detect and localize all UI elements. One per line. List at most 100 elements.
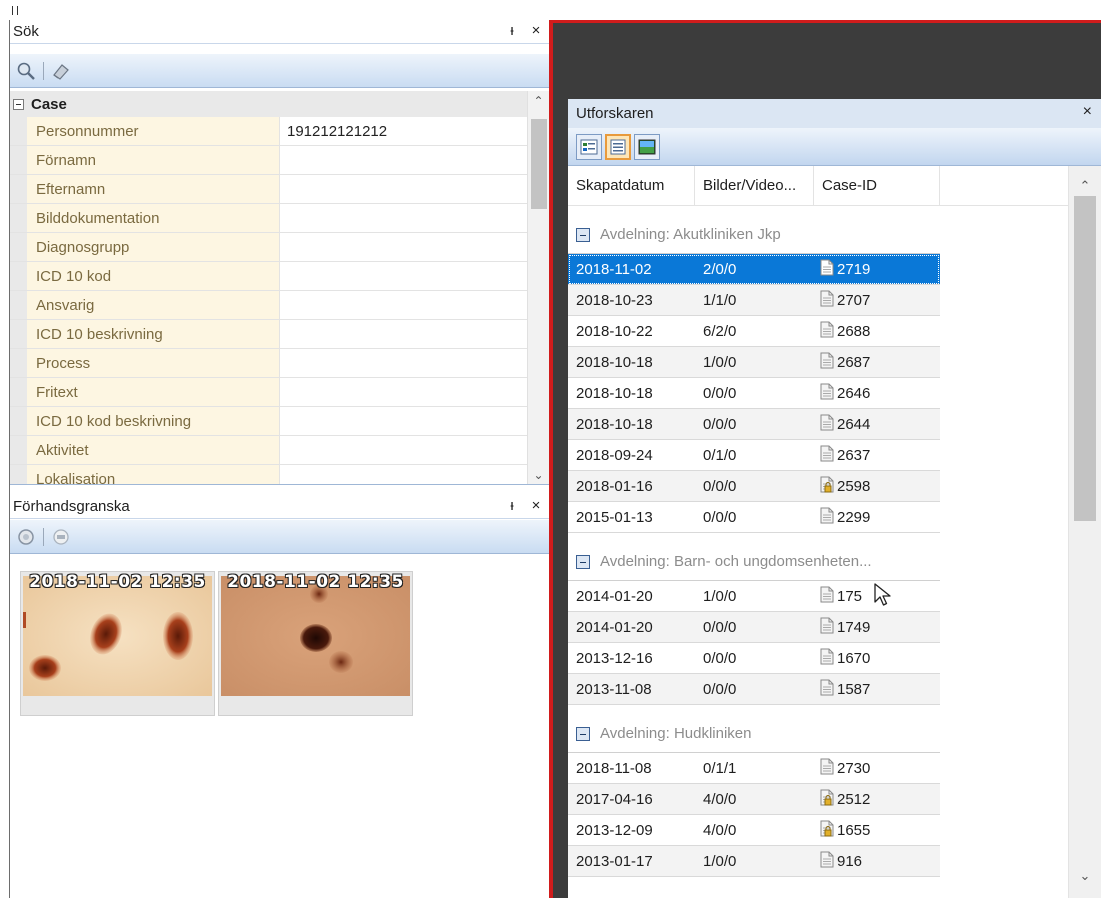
grid-row[interactable]: Lokalisation — [10, 465, 549, 484]
list-view-icon[interactable] — [605, 133, 631, 160]
column-header-date[interactable]: Skapatdatum — [568, 166, 695, 206]
row-date: 2018-10-18 — [576, 353, 653, 371]
list-row[interactable]: 2013-12-09 4/0/0 1655 — [568, 815, 940, 846]
list-row[interactable]: 2018-09-24 0/1/0 2637 — [568, 440, 940, 471]
list-row[interactable]: 2018-11-02 2/0/0 2719 — [568, 254, 940, 285]
grid-category[interactable]: Case — [10, 91, 549, 117]
field-value[interactable] — [280, 436, 549, 464]
thumbnail-view-icon[interactable] — [634, 133, 660, 160]
row-date: 2013-12-09 — [576, 821, 653, 839]
field-value[interactable] — [280, 407, 549, 435]
field-value[interactable] — [280, 233, 549, 261]
list-row[interactable]: 2018-10-18 1/0/0 2687 — [568, 347, 940, 378]
row-date: 2018-09-24 — [576, 446, 653, 464]
column-header-case-id[interactable]: Case-ID — [814, 166, 940, 206]
grid-row[interactable]: ICD 10 kod beskrivning — [10, 407, 549, 436]
list-row[interactable]: 2018-01-16 0/0/0 2598 — [568, 471, 940, 502]
field-value[interactable] — [280, 349, 549, 377]
field-label: Diagnosgrupp — [27, 233, 280, 261]
field-value[interactable] — [280, 320, 549, 348]
row-media-count: 0/0/0 — [703, 477, 737, 495]
close-icon[interactable]: × — [529, 22, 543, 40]
skin-lesion-image — [23, 576, 212, 696]
toolbar-separator — [43, 527, 44, 546]
grid-row[interactable]: Fritext — [10, 378, 549, 407]
field-value[interactable] — [280, 175, 549, 203]
group-header[interactable]: Avdelning: Hudkliniken — [568, 715, 940, 753]
eraser-icon[interactable] — [51, 61, 71, 81]
grid-row[interactable]: Efternamn — [10, 175, 549, 204]
close-icon[interactable]: × — [1083, 103, 1092, 121]
pin-icon[interactable]: ᵻ — [505, 22, 519, 40]
group-header[interactable]: Avdelning: Akutkliniken Jkp — [568, 216, 940, 254]
grid-row[interactable]: Process — [10, 349, 549, 378]
grid-row[interactable]: ICD 10 beskrivning — [10, 320, 549, 349]
field-value[interactable] — [280, 146, 549, 174]
collapse-icon[interactable] — [576, 726, 590, 741]
collapse-icon[interactable] — [576, 554, 590, 569]
field-value[interactable] — [280, 291, 549, 319]
grid-row[interactable]: ICD 10 kod — [10, 262, 549, 291]
list-row[interactable]: 2017-04-16 4/0/0 2512 — [568, 784, 940, 815]
field-value[interactable] — [280, 378, 549, 406]
scroll-up-icon[interactable]: ⌃ — [1069, 174, 1101, 198]
field-value[interactable] — [280, 465, 549, 484]
grid-scrollbar[interactable]: ⌃ ⌄ — [527, 91, 549, 484]
document-icon — [820, 679, 834, 700]
window-marker — [12, 6, 18, 15]
row-date: 2013-01-17 — [576, 852, 653, 870]
list-row[interactable]: 2018-10-23 1/1/0 2707 — [568, 285, 940, 316]
thumbnail-card[interactable]: 2018-11-02 12:35 — [20, 571, 215, 716]
thumbnail-card[interactable]: 2018-11-02 12:35 — [218, 571, 413, 716]
row-case-id: 2646 — [837, 384, 871, 402]
field-value[interactable] — [280, 262, 549, 290]
list-row[interactable]: 2013-11-08 0/0/0 1587 — [568, 674, 940, 705]
grid-gutter — [10, 378, 27, 406]
close-icon[interactable]: × — [529, 497, 543, 515]
group-header[interactable]: Avdelning: Barn- och ungdomsenheten... — [568, 543, 940, 581]
row-case-id: 1655 — [837, 821, 871, 839]
rotate-icon[interactable] — [16, 527, 36, 547]
disc-icon[interactable] — [51, 527, 71, 547]
list-row[interactable]: 2013-01-17 1/0/0 916 — [568, 846, 940, 877]
scroll-thumb[interactable] — [1074, 196, 1096, 521]
collapse-icon[interactable] — [576, 227, 590, 242]
list-row[interactable]: 2018-10-18 0/0/0 2646 — [568, 378, 940, 409]
grid-row[interactable]: Ansvarig — [10, 291, 549, 320]
column-header-media[interactable]: Bilder/Video... — [695, 166, 814, 206]
field-value[interactable]: 191212121212 — [280, 117, 549, 145]
row-date: 2014-01-20 — [576, 618, 653, 636]
collapse-icon[interactable] — [13, 98, 24, 110]
field-value[interactable] — [280, 204, 549, 232]
list-scrollbar[interactable]: ⌃ ⌄ — [1068, 166, 1101, 898]
scroll-thumb[interactable] — [531, 119, 547, 209]
document-icon — [820, 383, 834, 404]
row-case-id: 175 — [837, 587, 863, 605]
grid-gutter — [10, 436, 27, 464]
grid-row[interactable]: Diagnosgrupp — [10, 233, 549, 262]
row-case-id: 2687 — [837, 353, 871, 371]
document-icon — [820, 321, 834, 342]
field-label: ICD 10 kod — [27, 262, 280, 290]
explorer-toolbar — [568, 128, 1101, 166]
list-row[interactable]: 2018-11-08 0/1/1 2730 — [568, 753, 940, 784]
list-row[interactable]: 2018-10-18 0/0/0 2644 — [568, 409, 940, 440]
grid-row[interactable]: Förnamn — [10, 146, 549, 175]
pin-icon[interactable]: ᵻ — [505, 497, 519, 515]
locked-document-icon — [820, 789, 834, 810]
search-icon[interactable] — [16, 61, 36, 81]
grid-row[interactable]: Bilddokumentation — [10, 204, 549, 233]
list-row[interactable]: 2018-10-22 6/2/0 2688 — [568, 316, 940, 347]
scroll-down-icon[interactable]: ⌄ — [528, 465, 549, 484]
list-row[interactable]: 2013-12-16 0/0/0 1670 — [568, 643, 940, 674]
list-row[interactable]: 2015-01-13 0/0/0 2299 — [568, 502, 940, 533]
row-date: 2018-10-22 — [576, 322, 653, 340]
scroll-up-icon[interactable]: ⌃ — [528, 91, 549, 111]
thumbnail-timestamp: 2018-11-02 12:35 — [29, 572, 206, 592]
scroll-down-icon[interactable]: ⌄ — [1069, 864, 1101, 888]
details-view-icon[interactable] — [576, 133, 602, 160]
search-toolbar — [10, 54, 549, 88]
grid-row[interactable]: Aktivitet — [10, 436, 549, 465]
grid-row[interactable]: Personnummer 191212121212 — [10, 117, 549, 146]
list-row[interactable]: 2014-01-20 0/0/0 1749 — [568, 612, 940, 643]
